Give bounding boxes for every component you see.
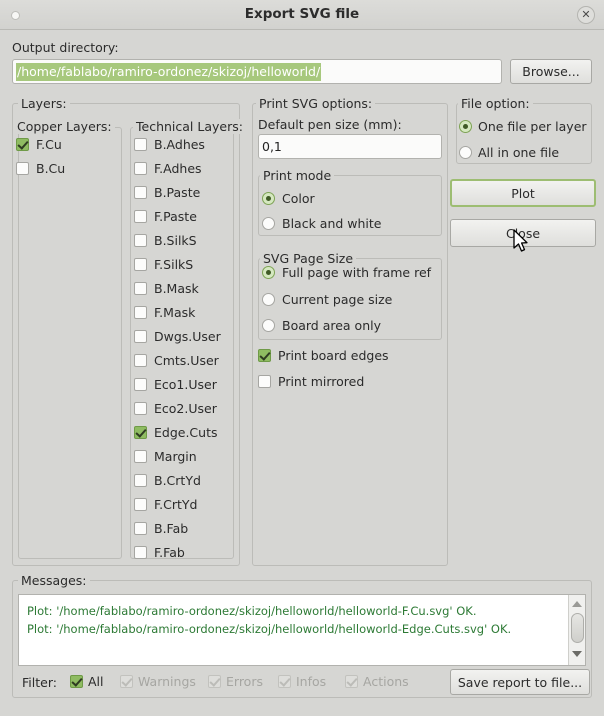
filter-checkbox-all[interactable]: [70, 675, 83, 688]
layer-label-f-adhes: F.Adhes: [154, 161, 202, 176]
layer-label-edge-cuts: Edge.Cuts: [154, 425, 218, 440]
print-mode-title: Print mode: [260, 168, 335, 183]
layer-checkbox-b-paste[interactable]: [134, 186, 147, 199]
layer-checkbox-f-paste[interactable]: [134, 210, 147, 223]
layer-label-b-cu: B.Cu: [36, 161, 66, 176]
filter-label-all: All: [88, 674, 104, 689]
save-report-button[interactable]: Save report to file...: [450, 669, 590, 695]
print-options-title: Print SVG options:: [256, 96, 376, 111]
label-page-size-board: Board area only: [282, 318, 381, 333]
checkbox-print-board-edges[interactable]: [258, 349, 271, 362]
messages-scrollbar[interactable]: [568, 595, 585, 665]
output-directory-label: Output directory:: [12, 40, 119, 55]
layer-label-eco1-user: Eco1.User: [154, 377, 217, 392]
radio-one-file-per-layer[interactable]: [459, 120, 472, 133]
layer-checkbox-edge-cuts[interactable]: [134, 426, 147, 439]
message-line: Plot: '/home/fablabo/ramiro-ordonez/skiz…: [27, 622, 512, 636]
radio-all-in-one-file[interactable]: [459, 146, 472, 159]
layer-checkbox-margin[interactable]: [134, 450, 147, 463]
close-button[interactable]: Close: [450, 219, 596, 247]
filter-label-errors: Errors: [226, 674, 263, 689]
layer-checkbox-f-fab[interactable]: [134, 546, 147, 559]
scroll-down-icon[interactable]: [572, 651, 582, 657]
filter-checkbox-actions: [345, 675, 358, 688]
layer-label-f-fab: F.Fab: [154, 545, 185, 560]
layer-label-b-paste: B.Paste: [154, 185, 201, 200]
layer-checkbox-eco1-user[interactable]: [134, 378, 147, 391]
layer-label-f-silks: F.SilkS: [154, 257, 194, 272]
label-print-mode-color: Color: [282, 191, 315, 206]
radio-page-size-current[interactable]: [262, 293, 275, 306]
layer-label-margin: Margin: [154, 449, 197, 464]
file-option-title: File option:: [458, 96, 533, 111]
filter-label-warnings: Warnings: [138, 674, 196, 689]
technical-layers-title: Technical Layers:: [133, 119, 246, 134]
layer-checkbox-f-mask[interactable]: [134, 306, 147, 319]
copper-layers-group: [18, 127, 122, 559]
label-all-in-one-file: All in one file: [478, 145, 560, 160]
layer-checkbox-f-silks[interactable]: [134, 258, 147, 271]
label-one-file-per-layer: One file per layer: [478, 119, 587, 134]
output-directory-input[interactable]: /home/fablabo/ramiro-ordonez/skizoj/hell…: [12, 59, 502, 84]
filter-checkbox-warnings: [120, 675, 133, 688]
layer-checkbox-b-adhes[interactable]: [134, 138, 147, 151]
radio-page-size-board[interactable]: [262, 319, 275, 332]
label-page-size-full: Full page with frame ref: [282, 265, 432, 280]
layer-label-f-mask: F.Mask: [154, 305, 196, 320]
filter-checkbox-errors: [208, 675, 221, 688]
layer-label-dwgs-user: Dwgs.User: [154, 329, 221, 344]
pen-size-value: 0,1: [262, 139, 282, 154]
filter-label-actions: Actions: [363, 674, 409, 689]
layers-group-title: Layers:: [18, 96, 70, 111]
layer-label-b-crtyd: B.CrtYd: [154, 473, 201, 488]
layer-checkbox-b-crtyd[interactable]: [134, 474, 147, 487]
filter-checkbox-infos: [278, 675, 291, 688]
close-icon[interactable]: ✕: [577, 6, 595, 24]
pen-size-label: Default pen size (mm):: [258, 117, 402, 132]
layer-label-b-fab: B.Fab: [154, 521, 189, 536]
radio-print-mode-color[interactable]: [262, 192, 275, 205]
scroll-up-icon[interactable]: [572, 601, 582, 607]
layer-checkbox-f-adhes[interactable]: [134, 162, 147, 175]
layer-label-f-paste: F.Paste: [154, 209, 197, 224]
radio-page-size-full[interactable]: [262, 266, 275, 279]
label-print-mode-bw: Black and white: [282, 216, 382, 231]
layer-label-f-cu: F.Cu: [36, 137, 62, 152]
layer-checkbox-b-fab[interactable]: [134, 522, 147, 535]
dialog-title: Export SVG file: [244, 6, 360, 22]
layer-checkbox-b-silks[interactable]: [134, 234, 147, 247]
page-size-title: SVG Page Size: [260, 251, 357, 266]
layer-label-cmts-user: Cmts.User: [154, 353, 219, 368]
browse-button[interactable]: Browse...: [510, 59, 592, 84]
message-line: Plot: '/home/fablabo/ramiro-ordonez/skiz…: [27, 604, 477, 618]
layer-checkbox-f-crtyd[interactable]: [134, 498, 147, 511]
layer-label-eco2-user: Eco2.User: [154, 401, 217, 416]
layer-checkbox-b-mask[interactable]: [134, 282, 147, 295]
output-directory-value: /home/fablabo/ramiro-ordonez/skizoj/hell…: [16, 62, 322, 81]
copper-layers-title: Copper Layers:: [14, 119, 115, 134]
pen-size-input[interactable]: 0,1: [258, 134, 442, 159]
layer-label-b-adhes: B.Adhes: [154, 137, 205, 152]
layer-checkbox-f-cu[interactable]: [16, 138, 29, 151]
messages-title: Messages:: [18, 573, 90, 588]
label-print-board-edges: Print board edges: [278, 348, 389, 363]
title-bar[interactable]: Export SVG file ✕: [0, 0, 604, 30]
layer-label-b-silks: B.SilkS: [154, 233, 197, 248]
layer-checkbox-cmts-user[interactable]: [134, 354, 147, 367]
label-page-size-current: Current page size: [282, 292, 393, 307]
layer-label-f-crtyd: F.CrtYd: [154, 497, 198, 512]
layer-checkbox-dwgs-user[interactable]: [134, 330, 147, 343]
layer-checkbox-b-cu[interactable]: [16, 162, 29, 175]
plot-button[interactable]: Plot: [450, 179, 596, 207]
scrollbar-thumb[interactable]: [571, 613, 584, 643]
messages-panel[interactable]: Plot: '/home/fablabo/ramiro-ordonez/skiz…: [18, 594, 586, 666]
label-print-mirrored: Print mirrored: [278, 374, 365, 389]
checkbox-print-mirrored[interactable]: [258, 375, 271, 388]
filter-label-infos: Infos: [296, 674, 327, 689]
radio-print-mode-bw[interactable]: [262, 217, 275, 230]
layer-label-b-mask: B.Mask: [154, 281, 199, 296]
filter-label: Filter:: [22, 675, 57, 690]
layer-checkbox-eco2-user[interactable]: [134, 402, 147, 415]
